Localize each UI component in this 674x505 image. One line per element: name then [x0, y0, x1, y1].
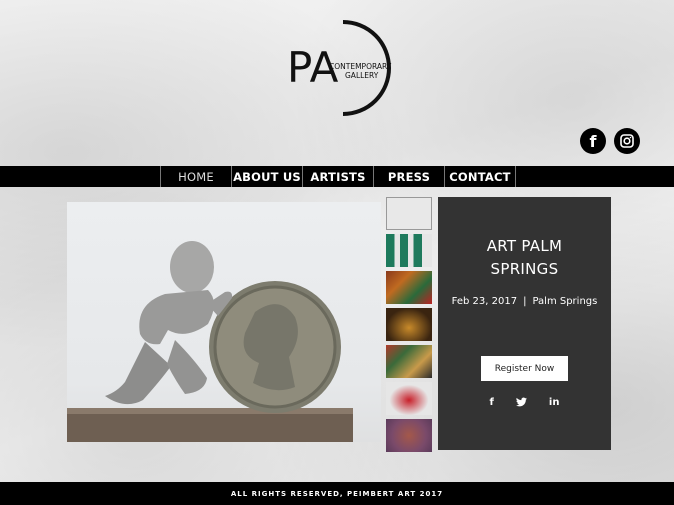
thumbnail-7[interactable] — [386, 419, 432, 452]
linkedin-icon[interactable]: in — [549, 397, 560, 410]
register-now-button[interactable]: Register Now — [481, 356, 568, 381]
event-title: ART PALM SPRINGS — [486, 237, 563, 278]
thumbnail-5[interactable] — [386, 345, 432, 378]
thumbnail-3[interactable] — [386, 271, 432, 304]
thumbnail-1[interactable] — [386, 197, 432, 230]
nav-artists[interactable]: ARTISTS — [302, 166, 373, 187]
logo-line2: GALLERY — [345, 71, 379, 80]
thumbnail-4[interactable] — [386, 308, 432, 341]
nav-about-us[interactable]: ABOUT US — [231, 166, 302, 187]
nav-contact[interactable]: CONTACT — [444, 166, 516, 187]
footer: ALL RIGHTS RESERVED, PEIMBERT ART 2017 — [0, 482, 674, 505]
social-links: f — [580, 128, 640, 154]
event-share-links: f in — [438, 397, 611, 410]
footer-copyright: ALL RIGHTS RESERVED, PEIMBERT ART 2017 — [230, 489, 444, 498]
event-date: Feb 23, 2017 — [451, 296, 518, 307]
facebook-icon[interactable]: f — [580, 128, 606, 154]
logo-mark: PA CONTEMPORARY GALLERY — [287, 20, 392, 116]
event-location: Palm Springs — [532, 296, 598, 307]
facebook-icon[interactable]: f — [490, 397, 494, 410]
gallery-logo[interactable]: PA CONTEMPORARY GALLERY — [285, 18, 415, 118]
logo-line1: CONTEMPORARY — [329, 62, 392, 71]
main-nav: HOME ABOUT US ARTISTS PRESS CONTACT — [0, 166, 674, 187]
twitter-icon[interactable] — [515, 397, 527, 410]
event-meta: Feb 23, 2017 | Palm Springs — [451, 296, 598, 307]
featured-artwork-image[interactable] — [67, 202, 381, 442]
thumbnail-6[interactable] — [386, 382, 432, 415]
thumbnail-2[interactable] — [386, 234, 432, 267]
instagram-icon[interactable] — [614, 128, 640, 154]
nav-home[interactable]: HOME — [160, 166, 231, 187]
event-panel: ART PALM SPRINGS Feb 23, 2017 | Palm Sprin… — [438, 197, 611, 450]
nav-press[interactable]: PRESS — [373, 166, 444, 187]
artwork-thumbnails — [386, 197, 432, 456]
